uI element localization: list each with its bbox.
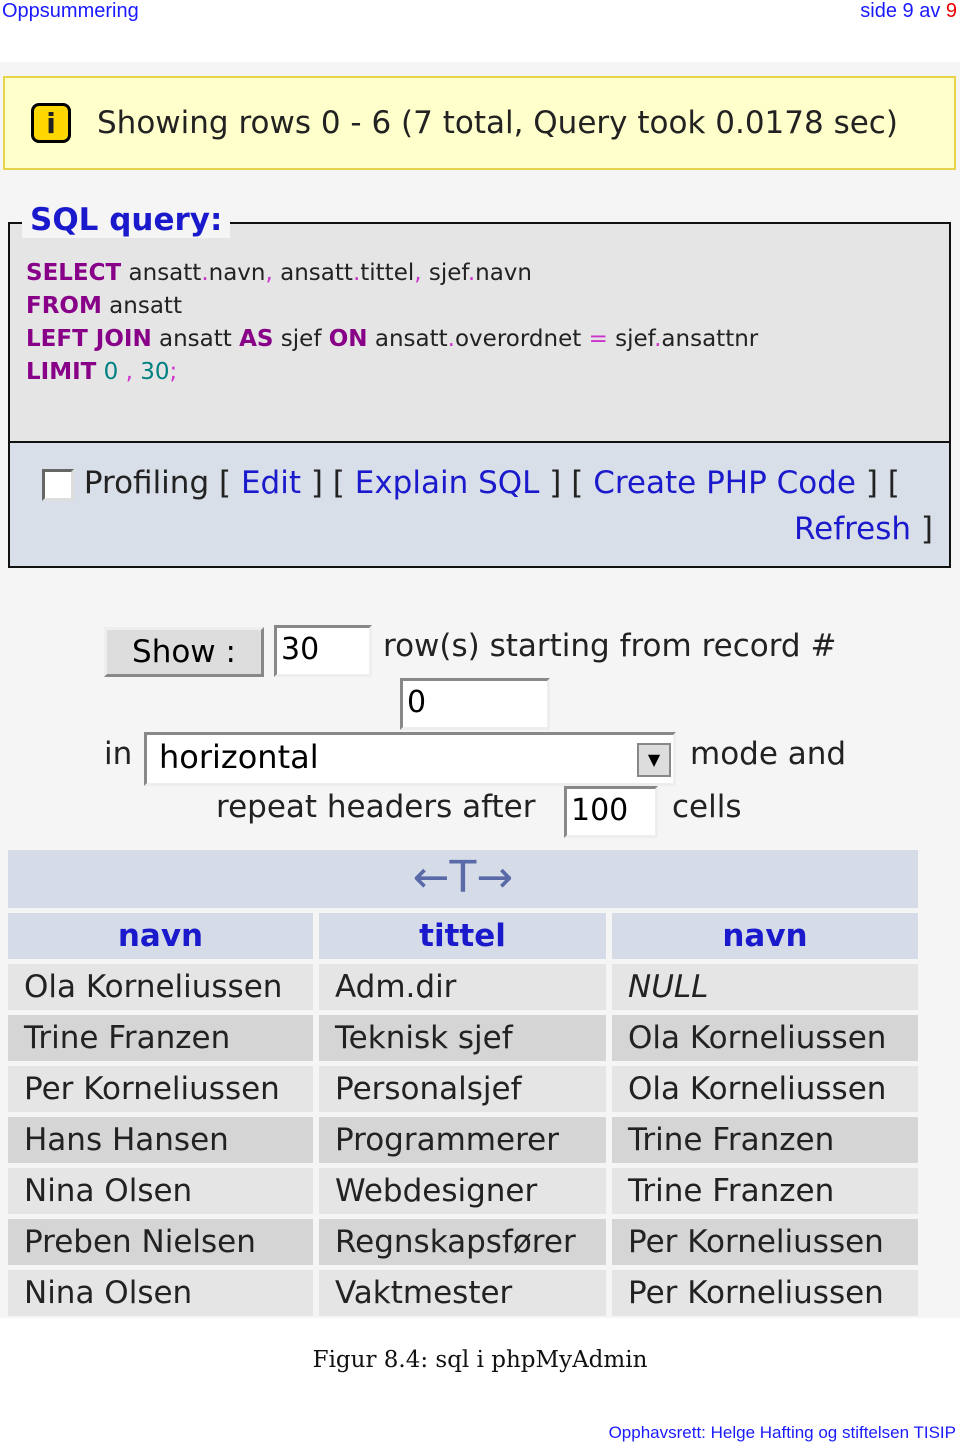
table-cell: Ola Korneliussen	[612, 1066, 918, 1112]
sql-token: sjef	[273, 326, 329, 352]
sql-token: AS	[239, 326, 274, 352]
sql-token: =	[588, 326, 608, 352]
sql-token: sjef	[421, 260, 468, 286]
profiling-checkbox[interactable]	[42, 468, 74, 501]
sql-token: ,	[265, 260, 273, 286]
table-cell: Ola Korneliussen	[612, 1015, 918, 1061]
table-cell: Per Korneliussen	[8, 1066, 313, 1112]
repeat-label: repeat headers after	[216, 789, 536, 825]
profiling-label: Profiling	[83, 465, 210, 501]
sql-token: navn	[475, 260, 533, 286]
table-cell: Trine Franzen	[612, 1117, 918, 1163]
page-indicator: side 9 av 9	[860, 0, 957, 23]
sql-token: LIMIT	[26, 359, 97, 385]
table-cell: Ola Korneliussen	[8, 964, 313, 1010]
column-header-tittel[interactable]: tittel	[319, 913, 606, 959]
sql-token: .	[447, 326, 455, 352]
figure-caption: Figur 8.4: sql i phpMyAdmin	[312, 1347, 648, 1373]
explain-sql-link[interactable]: Explain SQL	[355, 465, 540, 501]
display-mode-value: horizontal	[159, 738, 319, 776]
sql-line: LIMIT 0 , 30;	[26, 359, 177, 385]
mode-label: mode and	[690, 736, 847, 772]
sql-token: FROM	[26, 293, 102, 319]
sql-token: ;	[169, 359, 178, 385]
sql-line: FROM ansatt	[26, 293, 182, 319]
edit-link[interactable]: Edit	[241, 465, 301, 501]
table-cell: Trine Franzen	[8, 1015, 313, 1061]
repeat-headers-input[interactable]: 100	[564, 786, 658, 838]
transform-arrows-icon[interactable]: ←T→	[8, 850, 918, 908]
sql-legend: SQL query:	[22, 202, 231, 238]
sql-token: LEFT JOIN	[26, 326, 152, 352]
show-button[interactable]: Show :	[104, 627, 264, 677]
rows-label: row(s) starting from record #	[383, 628, 837, 664]
start-record-input[interactable]: 0	[400, 678, 550, 730]
sql-line: LEFT JOIN ansatt AS sjef ON ansatt.overo…	[26, 326, 758, 352]
sql-token: ansatt	[272, 260, 353, 286]
info-icon: i	[31, 103, 71, 143]
sql-actions: Profiling [ Edit ] [ Explain SQL ] [ Cre…	[8, 441, 951, 568]
sql-token: ,	[118, 359, 141, 385]
table-cell: Per Korneliussen	[612, 1270, 918, 1316]
in-label: in	[104, 736, 133, 772]
table-cell: Nina Olsen	[8, 1270, 313, 1316]
sql-token: ansatt	[151, 326, 240, 352]
column-header-navn[interactable]: navn	[8, 913, 313, 959]
sql-token: ,	[414, 260, 422, 286]
table-cell: Personalsjef	[319, 1066, 606, 1112]
table-cell: Adm.dir	[319, 964, 606, 1010]
table-cell: Nina Olsen	[8, 1168, 313, 1214]
sql-token: 0	[96, 359, 119, 385]
page-total: 9	[945, 0, 957, 22]
page-label: side 9 av	[860, 0, 946, 22]
section-title[interactable]: Oppsummering	[2, 0, 139, 23]
table-cell: Webdesigner	[319, 1168, 606, 1214]
copyright[interactable]: Opphavsrett: Helge Hafting og stiftelsen…	[609, 1423, 956, 1443]
table-cell: Trine Franzen	[612, 1168, 918, 1214]
display-mode-select[interactable]: horizontal ▼	[144, 732, 676, 786]
sql-token: ansatt	[367, 326, 448, 352]
table-cell: Preben Nielsen	[8, 1219, 313, 1265]
sql-token: SELECT	[26, 260, 122, 286]
info-message: i Showing rows 0 - 6 (7 total, Query too…	[3, 76, 956, 170]
sql-token: 30	[140, 359, 170, 385]
sql-token: navn	[208, 260, 266, 286]
table-cell: NULL	[612, 964, 918, 1010]
info-text: Showing rows 0 - 6 (7 total, Query took …	[97, 105, 898, 141]
sql-token: overordnet	[454, 326, 589, 352]
chevron-down-icon[interactable]: ▼	[637, 743, 671, 777]
table-cell: Vaktmester	[319, 1270, 606, 1316]
refresh-link[interactable]: Refresh	[794, 511, 911, 547]
create-php-code-link[interactable]: Create PHP Code	[593, 465, 856, 501]
sql-token: ansatt	[121, 260, 202, 286]
sql-token: ON	[328, 326, 368, 352]
column-header-navn[interactable]: navn	[612, 913, 918, 959]
rows-input[interactable]: 30	[274, 625, 372, 677]
table-cell: Hans Hansen	[8, 1117, 313, 1163]
sql-token: tittel	[360, 260, 415, 286]
sql-token: .	[201, 260, 209, 286]
table-cell: Teknisk sjef	[319, 1015, 606, 1061]
table-cell: Regnskapsfører	[319, 1219, 606, 1265]
sql-token: ansattnr	[661, 326, 759, 352]
sql-token: sjef	[607, 326, 655, 352]
table-cell: Programmerer	[319, 1117, 606, 1163]
sql-token: ansatt	[101, 293, 182, 319]
table-cell: Per Korneliussen	[612, 1219, 918, 1265]
cells-label: cells	[672, 789, 742, 825]
sql-line: SELECT ansatt.navn, ansatt.tittel, sjef.…	[26, 260, 532, 286]
